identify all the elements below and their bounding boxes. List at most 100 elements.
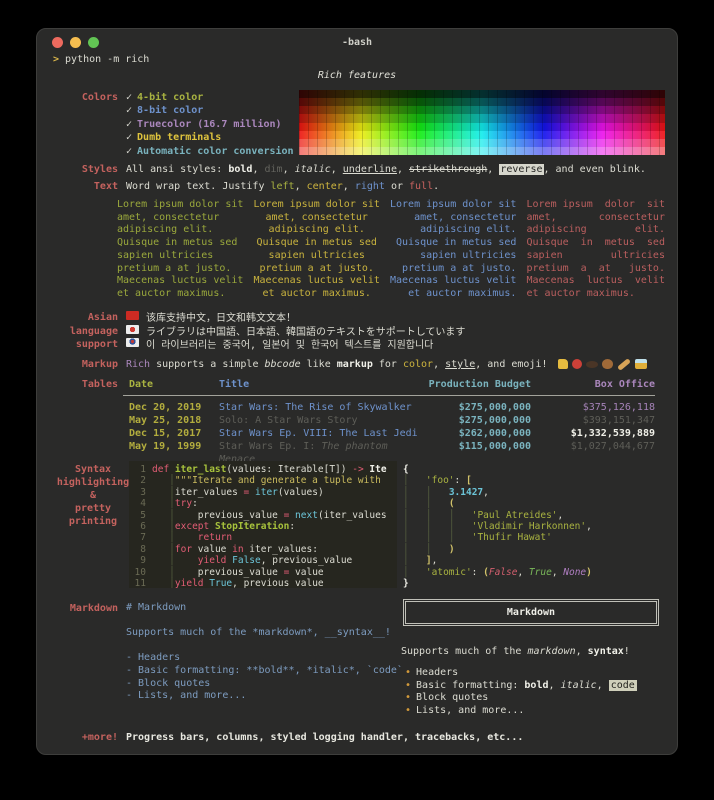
text-run: Basic formatting:: [416, 680, 524, 691]
text-run: False: [489, 567, 518, 578]
code-line: 10 │ previous_value = value: [133, 567, 397, 578]
code-line: │ │ │ 'Vladimir Harkonnen',: [403, 521, 661, 532]
text-run: supports a simple: [150, 359, 264, 370]
text-run: StopIteration: [215, 521, 289, 532]
text-run: [409, 532, 426, 543]
code-line: │ │ 3.1427,: [403, 487, 661, 498]
text-run: except: [175, 521, 209, 532]
text-run: [409, 521, 426, 532]
text-run: ,: [483, 487, 489, 498]
code-line: 3 │iter_values = iter(values): [133, 487, 397, 498]
text-run: .: [433, 181, 439, 192]
section-label-syntax: Syntax highlighting & pretty printing: [45, 463, 141, 528]
code-line: │ │ │ 'Thufir Hawat': [403, 532, 661, 543]
code-line: 9 │ yield False, previous_value: [133, 555, 397, 566]
text-run: color: [403, 359, 433, 370]
line-number: 7: [133, 532, 146, 543]
text-run: italic: [561, 680, 597, 691]
text-run: 'Vladimir Harkonnen': [472, 521, 586, 532]
text-run: [175, 532, 198, 543]
text-run: }: [403, 578, 409, 588]
text-run: Word wrap text. Justify: [126, 181, 271, 192]
text-run: Star Wars Ep.: [219, 441, 303, 452]
color-bar-row: [299, 123, 665, 131]
text-run: [152, 487, 169, 498]
section-label-asian: Asian language support: [52, 311, 118, 352]
text-run: return: [198, 532, 232, 543]
text-run: ,: [295, 181, 307, 192]
text-run: Rich: [126, 359, 150, 370]
check-icon: ✓: [126, 92, 132, 103]
check-icon: ✓: [126, 105, 132, 116]
bullet-icon: •: [405, 705, 411, 716]
text-run: right: [355, 181, 385, 192]
text-run: $393,151,347: [583, 415, 655, 426]
code-line: 5 │ previous_value = next(iter_values: [133, 510, 397, 521]
text-run: (values: Iterable[T]): [226, 464, 352, 475]
text-run: blink: [610, 164, 640, 175]
text-run: [455, 510, 472, 521]
text-run: [455, 532, 472, 543]
text-run: ,: [558, 510, 564, 521]
text-run: None: [563, 567, 586, 578]
column-header-title: Title: [219, 378, 421, 391]
column-header-date: Date: [123, 378, 219, 391]
list-item: ✓8-bit color: [126, 104, 294, 117]
text-run: [455, 521, 472, 532]
prompt-line: >python -m rich: [53, 53, 149, 66]
text-run: [432, 510, 449, 521]
lorem-full-column: Lorem ipsum dolor sit amet, consectetur …: [527, 199, 665, 301]
text-run: [432, 521, 449, 532]
code-line: 1def iter_last(values: Iterable[T]) -> I…: [133, 464, 397, 475]
text-run: ,: [432, 555, 438, 566]
line-number: 2: [133, 475, 146, 486]
text-run: ,: [283, 164, 295, 175]
text-run: [432, 498, 449, 509]
table-body: Dec 20, 2019 Star Wars: The Rise of Skyw…: [123, 401, 655, 453]
text-run: bbcode: [264, 359, 300, 370]
line-number: 11: [133, 578, 146, 588]
code-line: 6 │except StopIteration:: [133, 521, 397, 532]
text-run: [152, 475, 169, 486]
china-flag-icon: [126, 311, 139, 320]
text-run: :: [192, 498, 198, 509]
text-run: underline: [343, 164, 397, 175]
line-number: 6: [133, 521, 146, 532]
color-feature-list: ✓4-bit color ✓8-bit color ✓Truecolor (16…: [126, 91, 294, 158]
text-run: or: [385, 181, 409, 192]
text-run: :: [472, 567, 483, 578]
table-header-row: Date Title Production Budget Box Office: [123, 378, 655, 396]
text-run: !: [624, 646, 630, 657]
text-run: iter: [255, 487, 278, 498]
text-run: : A Star Wars Story: [243, 415, 357, 426]
text-run: style: [445, 359, 475, 370]
text-run: Solo: [219, 415, 243, 426]
line-number: 10: [133, 567, 146, 578]
page-title: Rich features: [37, 69, 677, 82]
text-run: ,: [549, 680, 561, 691]
text-run: Block quotes: [416, 692, 488, 703]
text-run: [: [466, 475, 472, 486]
text-run: Supports much of the: [401, 646, 527, 657]
code-line: │ 'foo': [: [403, 475, 661, 486]
code-line: 7 │ return: [133, 532, 397, 543]
code-line: │ │ ): [403, 544, 661, 555]
text-run: 3.1427: [449, 487, 483, 498]
command-text: python -m rich: [65, 54, 149, 65]
code-line: │ │ (: [403, 498, 661, 509]
text-run: ,: [487, 164, 499, 175]
text-run: Ite: [369, 464, 386, 475]
text-run: 'foo': [426, 475, 455, 486]
code-line: │ 'atomic': (False, True, None): [403, 567, 661, 578]
korean-line: 이 라이브러리는 중국어, 일본어 및 한국어 텍스트를 지원합니다: [126, 338, 465, 352]
text-run: try: [175, 498, 192, 509]
table-row: May 25, 2018 Solo: A Star Wars Story $27…: [123, 414, 655, 427]
bullet-icon: •: [405, 680, 411, 691]
text-run: .: [640, 164, 646, 175]
text-run: $375,126,118: [583, 402, 655, 413]
japanese-line: ライブラリは中国語、日本語、韓国語のテキストをサポートしています: [126, 325, 465, 339]
text-run: [409, 510, 426, 521]
lorem-right-column: Lorem ipsum dolor sit amet, consectetur …: [390, 199, 516, 301]
text-run: , and emoji!: [475, 359, 553, 370]
section-label-markdown: Markdown: [52, 602, 118, 615]
